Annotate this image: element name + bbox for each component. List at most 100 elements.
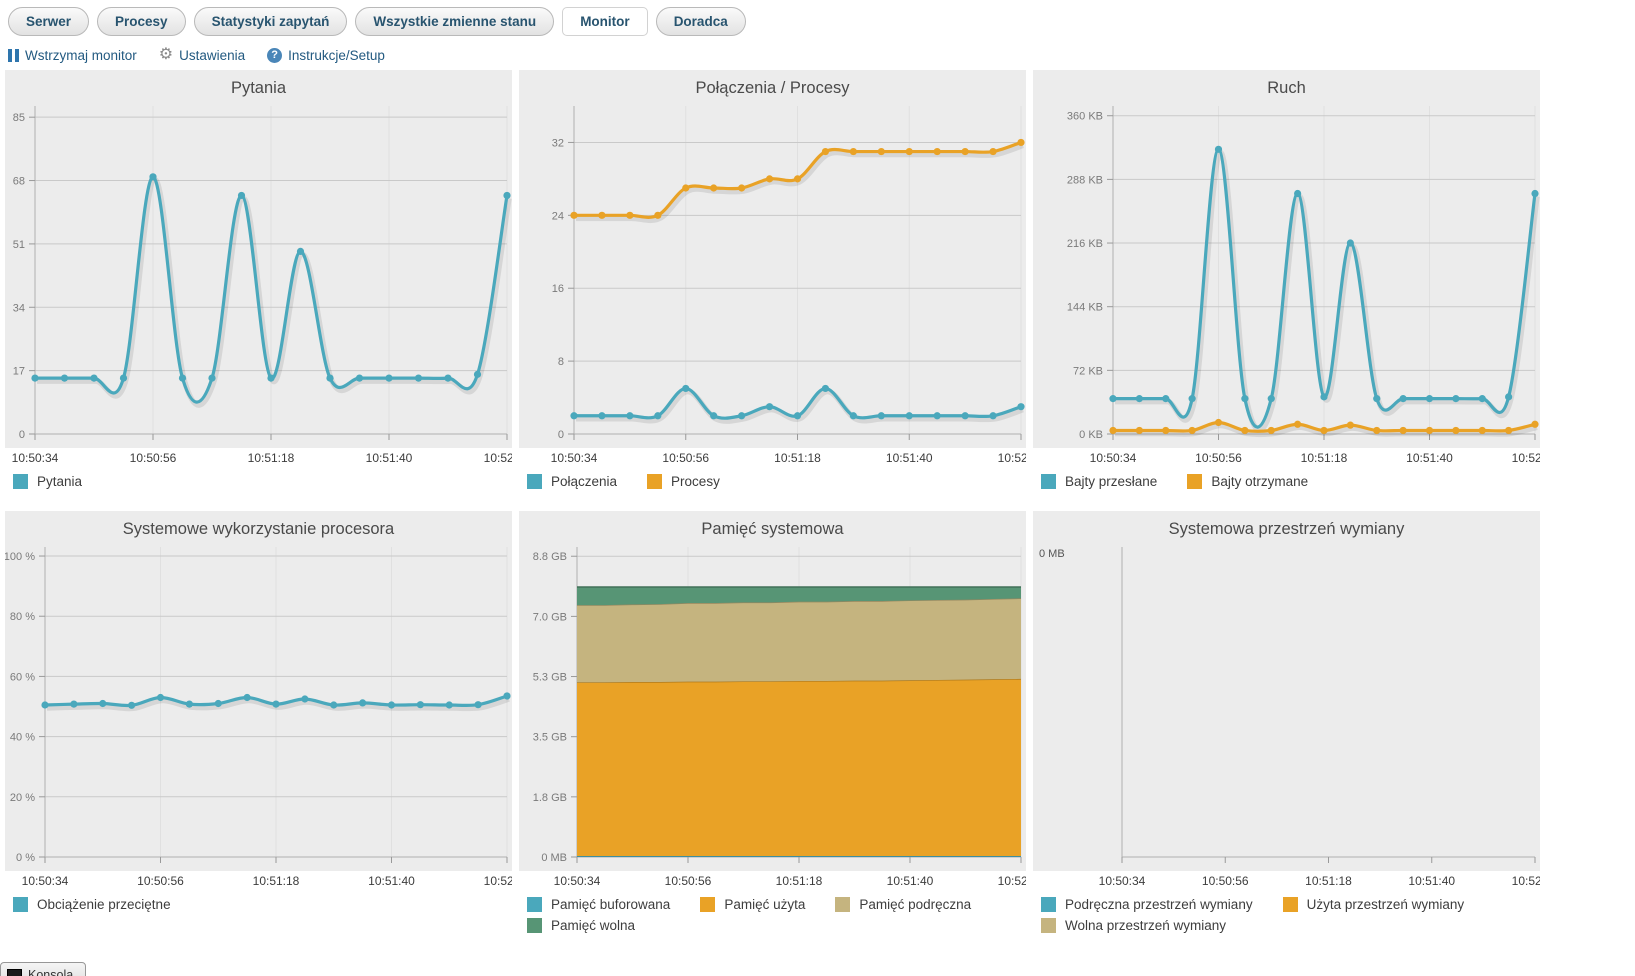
legend-label: Pamięć buforowana [551, 897, 671, 912]
legend-systemowe-wykorzystanie-procesora: Obciążenie przeciętne [5, 891, 512, 914]
x-tick-label: 10:50:56 [662, 451, 710, 465]
legend-label: Pamięć wolna [551, 918, 636, 933]
svg-text:16: 16 [552, 283, 564, 295]
chart-canvas-systemowe-wykorzystanie-procesora: 0 % 20 % 40 % 60 % 80 % 100 % [5, 547, 511, 864]
svg-text:216 KB: 216 KB [1067, 238, 1103, 250]
legend-po-czenia-procesy: Połączenia Procesy [519, 468, 1026, 491]
console-toggle-button[interactable]: Konsola [0, 962, 87, 976]
legend-swatch [527, 474, 542, 489]
svg-text:5.3 GB: 5.3 GB [533, 672, 567, 684]
pause-monitor-link[interactable]: Wstrzymaj monitor [8, 48, 137, 63]
svg-text:0: 0 [19, 429, 25, 441]
svg-text:144 KB: 144 KB [1067, 302, 1103, 314]
legend-label: Pamięć użyta [724, 897, 806, 912]
help-icon: ? [267, 47, 283, 63]
svg-text:20 %: 20 % [10, 792, 35, 804]
legend-label: Wolna przestrzeń wymiany [1065, 918, 1227, 933]
legend-item-pami-u-yta: Pamięć użyta [700, 897, 805, 912]
x-tick-label: 10:50:56 [129, 451, 177, 465]
chart-tile-systemowe-wykorzystanie-procesora: Systemowe wykorzystanie procesora 0 % 20 %… [5, 511, 512, 871]
chart-canvas-pytania: 0 17 34 51 68 85 [13, 106, 512, 441]
x-tick-label: 10:50:34 [1098, 874, 1146, 888]
svg-text:85: 85 [13, 112, 25, 124]
legend-swatch [647, 474, 663, 489]
chart-title-systemowe-wykorzystanie-procesora: Systemowe wykorzystanie procesora [122, 520, 395, 538]
legend-swatch [835, 897, 851, 912]
chart-card-systemowe-wykorzystanie-procesora: Systemowe wykorzystanie procesora 0 % 20 %… [5, 511, 512, 914]
tab-wszystkie-zmienne-stanu[interactable]: Wszystkie zmienne stanu [355, 7, 555, 36]
svg-text:32: 32 [552, 137, 564, 149]
svg-text:24: 24 [552, 210, 564, 222]
chart-tile-po-czenia-procesy: Połączenia / Procesy 0 8 16 24 32 [519, 70, 1026, 448]
legend-swatch [527, 918, 542, 933]
x-tick-label: 10:51:40 [365, 451, 413, 465]
x-axis-labels-ruch: 10:50:34 10:50:56 10:51:18 10:51:40 10:52:02 [1033, 448, 1540, 468]
x-axis-labels-systemowa-przestrze-wymiany: 10:50:34 10:50:56 10:51:18 10:51:40 10:52:02 [1033, 871, 1540, 891]
x-axis-labels-po-czenia-procesy: 10:50:34 10:50:56 10:51:18 10:51:40 10:52:02 [519, 448, 1026, 468]
x-tick-label: 10:52:02 [483, 874, 512, 888]
charts-grid: Pytania 0 17 34 51 68 85 10:50:34 10:50:56 10:51:… [0, 70, 1635, 935]
chart-tile-pami-systemowa: Pamięć systemowa 0 MB 1.8 GB 3.5 GB 5.3 GB 7.… [519, 511, 1026, 871]
svg-text:1.8 GB: 1.8 GB [533, 792, 567, 804]
svg-text:0 MB: 0 MB [1039, 548, 1065, 560]
legend-label: Bajty przesłane [1065, 474, 1158, 489]
chart-card-po-czenia-procesy: Połączenia / Procesy 0 8 16 24 32 10:50:34 10:5… [519, 70, 1026, 491]
svg-text:80 %: 80 % [10, 611, 35, 623]
tab-statystyki-zapytan[interactable]: Statystyki zapytań [193, 7, 348, 36]
chart-canvas-po-czenia-procesy: 0 8 16 24 32 [552, 106, 1025, 441]
chart-card-pami-systemowa: Pamięć systemowa 0 MB 1.8 GB 3.5 GB 5.3 GB 7.… [519, 511, 1026, 935]
legend-swatch [13, 897, 28, 912]
legend-swatch [1041, 474, 1056, 489]
legend-swatch [1041, 918, 1056, 933]
settings-link[interactable]: ⚙ Ustawienia [159, 47, 245, 63]
instructions-setup-link[interactable]: ? Instrukcje/Setup [267, 47, 385, 63]
x-tick-label: 10:50:56 [1195, 451, 1242, 465]
monitor-toolbar: Wstrzymaj monitor ⚙ Ustawienia ? Instruk… [0, 36, 1635, 70]
x-tick-label: 10:51:18 [247, 451, 295, 465]
legend-swatch [1041, 897, 1056, 912]
console-icon [7, 968, 22, 976]
x-tick-label: 10:51:40 [1408, 874, 1456, 888]
legend-item-wolna-przestrze-wymiany: Wolna przestrzeń wymiany [1041, 918, 1226, 933]
x-tick-label: 10:52:02 [997, 874, 1026, 888]
x-axis-labels-pami-systemowa: 10:50:34 10:50:56 10:51:18 10:51:40 10:52:02 [519, 871, 1026, 891]
svg-text:3.5 GB: 3.5 GB [533, 732, 567, 744]
legend-item-po-czenia: Połączenia [527, 474, 617, 489]
gear-icon: ⚙ [158, 46, 174, 63]
chart-card-pytania: Pytania 0 17 34 51 68 85 10:50:34 10:50:56 10:51:… [5, 70, 512, 491]
legend-swatch [527, 897, 542, 912]
x-tick-label: 10:52:02 [483, 451, 512, 465]
legend-label: Pytania [37, 474, 83, 489]
svg-text:72 KB: 72 KB [1073, 365, 1103, 377]
tab-monitor[interactable]: Monitor [562, 7, 648, 36]
svg-text:7.0 GB: 7.0 GB [533, 611, 567, 623]
legend-label: Procesy [671, 474, 720, 489]
tab-doradca[interactable]: Doradca [655, 7, 746, 36]
chart-title-systemowa-przestrze-wymiany: Systemowa przestrzeń wymiany [1168, 520, 1405, 538]
x-axis-labels-systemowe-wykorzystanie-procesora: 10:50:34 10:50:56 10:51:18 10:51:40 10:52:02 [5, 871, 512, 891]
x-tick-label: 10:51:18 [1300, 451, 1348, 465]
svg-text:360 KB: 360 KB [1067, 111, 1103, 123]
legend-label: Połączenia [551, 474, 618, 489]
legend-label: Podręczna przestrzeń wymiany [1065, 897, 1253, 912]
legend-label: Użyta przestrzeń wymiany [1306, 897, 1465, 912]
instructions-setup-label: Instrukcje/Setup [288, 47, 385, 63]
console-label: Konsola [28, 968, 74, 976]
x-tick-label: 10:51:40 [886, 874, 934, 888]
chart-canvas-pami-systemowa: 0 MB 1.8 GB 3.5 GB 5.3 GB 7.0 GB 8.8 GB [533, 547, 1022, 864]
chart-tile-systemowa-przestrze-wymiany: Systemowa przestrzeń wymiany 0 MB [1033, 511, 1540, 871]
tab-serwer[interactable]: Serwer [8, 7, 90, 36]
x-tick-label: 10:51:18 [1305, 874, 1352, 888]
x-axis-labels-pytania: 10:50:34 10:50:56 10:51:18 10:51:40 10:52:02 [5, 448, 512, 468]
legend-item-pami-buforowana: Pamięć buforowana [527, 897, 670, 912]
chart-card-ruch: Ruch 0 KB 72 KB 144 KB 216 KB 288 KB 360 KB 10:… [1033, 70, 1540, 491]
x-tick-label: 10:50:56 [664, 874, 712, 888]
legend-pytania: Pytania [5, 468, 512, 491]
x-tick-label: 10:51:18 [252, 874, 300, 888]
charts-row-1: Pytania 0 17 34 51 68 85 10:50:34 10:50:56 10:51:… [5, 70, 1635, 491]
svg-text:68: 68 [13, 176, 25, 188]
tab-procesy[interactable]: Procesy [97, 7, 186, 36]
x-tick-label: 10:50:34 [553, 874, 601, 888]
x-tick-label: 10:50:34 [21, 874, 69, 888]
server-tab-bar: Serwer Procesy Statystyki zapytań Wszyst… [0, 0, 1635, 36]
